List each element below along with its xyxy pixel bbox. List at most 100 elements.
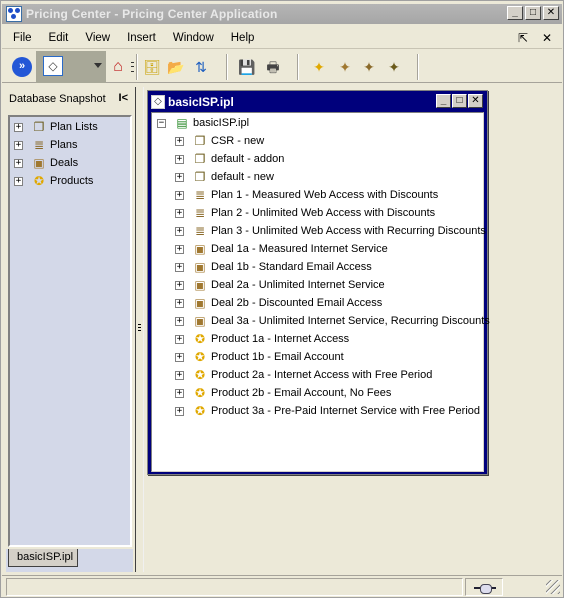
expand-icon[interactable]: +: [175, 262, 184, 272]
splitter-grip[interactable]: [138, 324, 141, 332]
tree-item[interactable]: + ≣ Plan 3 - Unlimited Web Access with Rec…: [175, 222, 486, 240]
tree-node-plan-lists[interactable]: + ❐ Plan Lists: [14, 118, 98, 136]
import-icon[interactable]: ⇅: [192, 58, 210, 76]
expand-icon[interactable]: +: [175, 316, 184, 326]
snapshot-tree: + ❐ Plan Lists + ≣ Plans + ▣ Deals + ✪ P…: [8, 115, 132, 547]
tree-root[interactable]: − ▤ basicISP.ipl: [157, 114, 249, 132]
menu-window[interactable]: Window: [163, 32, 221, 44]
close-button[interactable]: ✕: [543, 6, 559, 20]
tree-item[interactable]: + ≣ Plan 1 - Measured Web Access with Disc…: [175, 186, 438, 204]
product-icon: ✪: [194, 404, 206, 418]
expand-icon[interactable]: +: [175, 334, 184, 344]
tree-item[interactable]: + ✪ Product 1a - Internet Access: [175, 330, 349, 348]
menu-insert[interactable]: Insert: [117, 32, 163, 44]
connection-status: [465, 578, 503, 596]
open-folder-icon[interactable]: 📂: [167, 58, 185, 76]
expand-icon[interactable]: +: [175, 280, 184, 290]
tab-basicisp[interactable]: basicISP.ipl: [8, 549, 78, 567]
expand-icon[interactable]: +: [175, 352, 184, 362]
collapse-panel-icon[interactable]: I<: [119, 92, 128, 104]
collapse-icon[interactable]: −: [157, 118, 166, 128]
menu-view[interactable]: View: [75, 32, 117, 44]
plan-list-icon: ❐: [194, 134, 206, 148]
node-label: Product 1b - Email Account: [211, 351, 344, 363]
document-title-bar[interactable]: ◇ basicISP.ipl _ □ ✕: [150, 93, 485, 110]
tree-item[interactable]: + ▣ Deal 3a - Unlimited Internet Service, …: [175, 312, 490, 330]
doc-minimize-button[interactable]: _: [436, 94, 451, 108]
database-snapshot-panel: Database Snapshot I< + ❐ Plan Lists + ≣ …: [6, 87, 133, 572]
node-label: Deals: [50, 157, 79, 169]
tree-item[interactable]: + ❐ CSR - new: [175, 132, 264, 150]
expand-icon[interactable]: +: [175, 190, 184, 200]
node-label: Deal 2a - Unlimited Internet Service: [211, 279, 385, 291]
home-icon[interactable]: ⌂: [109, 58, 127, 76]
panel-splitter[interactable]: [135, 87, 143, 572]
tree-item[interactable]: + ✪ Product 1b - Email Account: [175, 348, 344, 366]
tree-item[interactable]: + ▣ Deal 1b - Standard Email Access: [175, 258, 372, 276]
plan-list-icon: ❐: [194, 152, 206, 166]
pricing-center-app: Pricing Center - Pricing Center Applicat…: [0, 0, 564, 598]
window-title: Pricing Center - Pricing Center Applicat…: [26, 7, 278, 21]
expand-icon[interactable]: +: [175, 226, 184, 236]
node-label: CSR - new: [211, 135, 265, 147]
tree-item[interactable]: + ❐ default - new: [175, 168, 274, 186]
tree-item[interactable]: + ▣ Deal 2b - Discounted Email Access: [175, 294, 382, 312]
node-label: Plan 3 - Unlimited Web Access with Recur…: [211, 225, 486, 237]
plan-icon: ≣: [194, 188, 206, 202]
expand-icon[interactable]: +: [175, 136, 184, 146]
product-icon: ✪: [194, 386, 206, 400]
dropdown-arrow-icon[interactable]: [94, 63, 102, 68]
expand-icon[interactable]: +: [14, 122, 23, 132]
expand-icon[interactable]: +: [175, 298, 184, 308]
detach-icon[interactable]: ⇱: [518, 31, 528, 45]
new-database-icon[interactable]: 🗄: [143, 58, 161, 76]
menu-edit[interactable]: Edit: [39, 32, 76, 44]
tree-item[interactable]: + ▣ Deal 2a - Unlimited Internet Service: [175, 276, 385, 294]
tree-node-products[interactable]: + ✪ Products: [14, 172, 93, 190]
expand-icon[interactable]: +: [175, 388, 184, 398]
new-plan-list-icon[interactable]: ✦: [385, 58, 403, 76]
node-label: Products: [50, 175, 94, 187]
print-icon[interactable]: 🖶: [264, 58, 282, 76]
expand-icon[interactable]: +: [175, 406, 184, 416]
plan-icon: ≣: [194, 224, 206, 238]
panel-title: Database Snapshot: [9, 93, 106, 105]
close-document-icon[interactable]: ✕: [542, 31, 552, 45]
tree-item[interactable]: + ▣ Deal 1a - Measured Internet Service: [175, 240, 388, 258]
tree-item[interactable]: + ❐ default - addon: [175, 150, 284, 168]
resize-grip[interactable]: [546, 580, 560, 594]
new-product-icon[interactable]: ✦: [310, 58, 328, 76]
maximize-button[interactable]: □: [525, 6, 541, 20]
menu-file[interactable]: File: [2, 32, 39, 44]
menu-help[interactable]: Help: [221, 32, 262, 44]
new-deal-icon[interactable]: ✦: [336, 58, 354, 76]
tag-combo-box[interactable]: ◇: [36, 51, 106, 83]
expand-icon[interactable]: +: [175, 370, 184, 380]
doc-maximize-button[interactable]: □: [452, 94, 467, 108]
doc-close-button[interactable]: ✕: [468, 94, 483, 108]
product-icon: ✪: [194, 332, 206, 346]
tree-item[interactable]: + ✪ Product 2a - Internet Access with Free…: [175, 366, 432, 384]
deal-icon: ▣: [194, 260, 206, 274]
toolbar-grip[interactable]: [131, 62, 134, 72]
save-icon[interactable]: 💾: [238, 58, 256, 76]
node-label: Deal 1b - Standard Email Access: [211, 261, 372, 273]
expand-icon[interactable]: +: [14, 176, 23, 186]
new-plan-icon[interactable]: ✦: [360, 58, 378, 76]
expand-icon[interactable]: +: [175, 244, 184, 254]
expand-icon[interactable]: +: [175, 172, 184, 182]
plan-list-icon: ❐: [194, 170, 206, 184]
tag-icon: ◇: [43, 56, 63, 76]
tree-node-deals[interactable]: + ▣ Deals: [14, 154, 78, 172]
tree-item[interactable]: + ✪ Product 3a - Pre-Paid Internet Service…: [175, 402, 480, 420]
navigator-chevron-icon[interactable]: »: [12, 57, 32, 77]
minimize-button[interactable]: _: [507, 6, 523, 20]
tree-node-plans[interactable]: + ≣ Plans: [14, 136, 78, 154]
expand-icon[interactable]: +: [14, 140, 23, 150]
expand-icon[interactable]: +: [175, 154, 184, 164]
expand-icon[interactable]: +: [14, 158, 23, 168]
tree-item[interactable]: + ✪ Product 2b - Email Account, No Fees: [175, 384, 391, 402]
expand-icon[interactable]: +: [175, 208, 184, 218]
tree-item[interactable]: + ≣ Plan 2 - Unlimited Web Access with Dis…: [175, 204, 435, 222]
document-tree: − ▤ basicISP.ipl + ❐ CSR - new + ❐ default - …: [151, 112, 490, 472]
